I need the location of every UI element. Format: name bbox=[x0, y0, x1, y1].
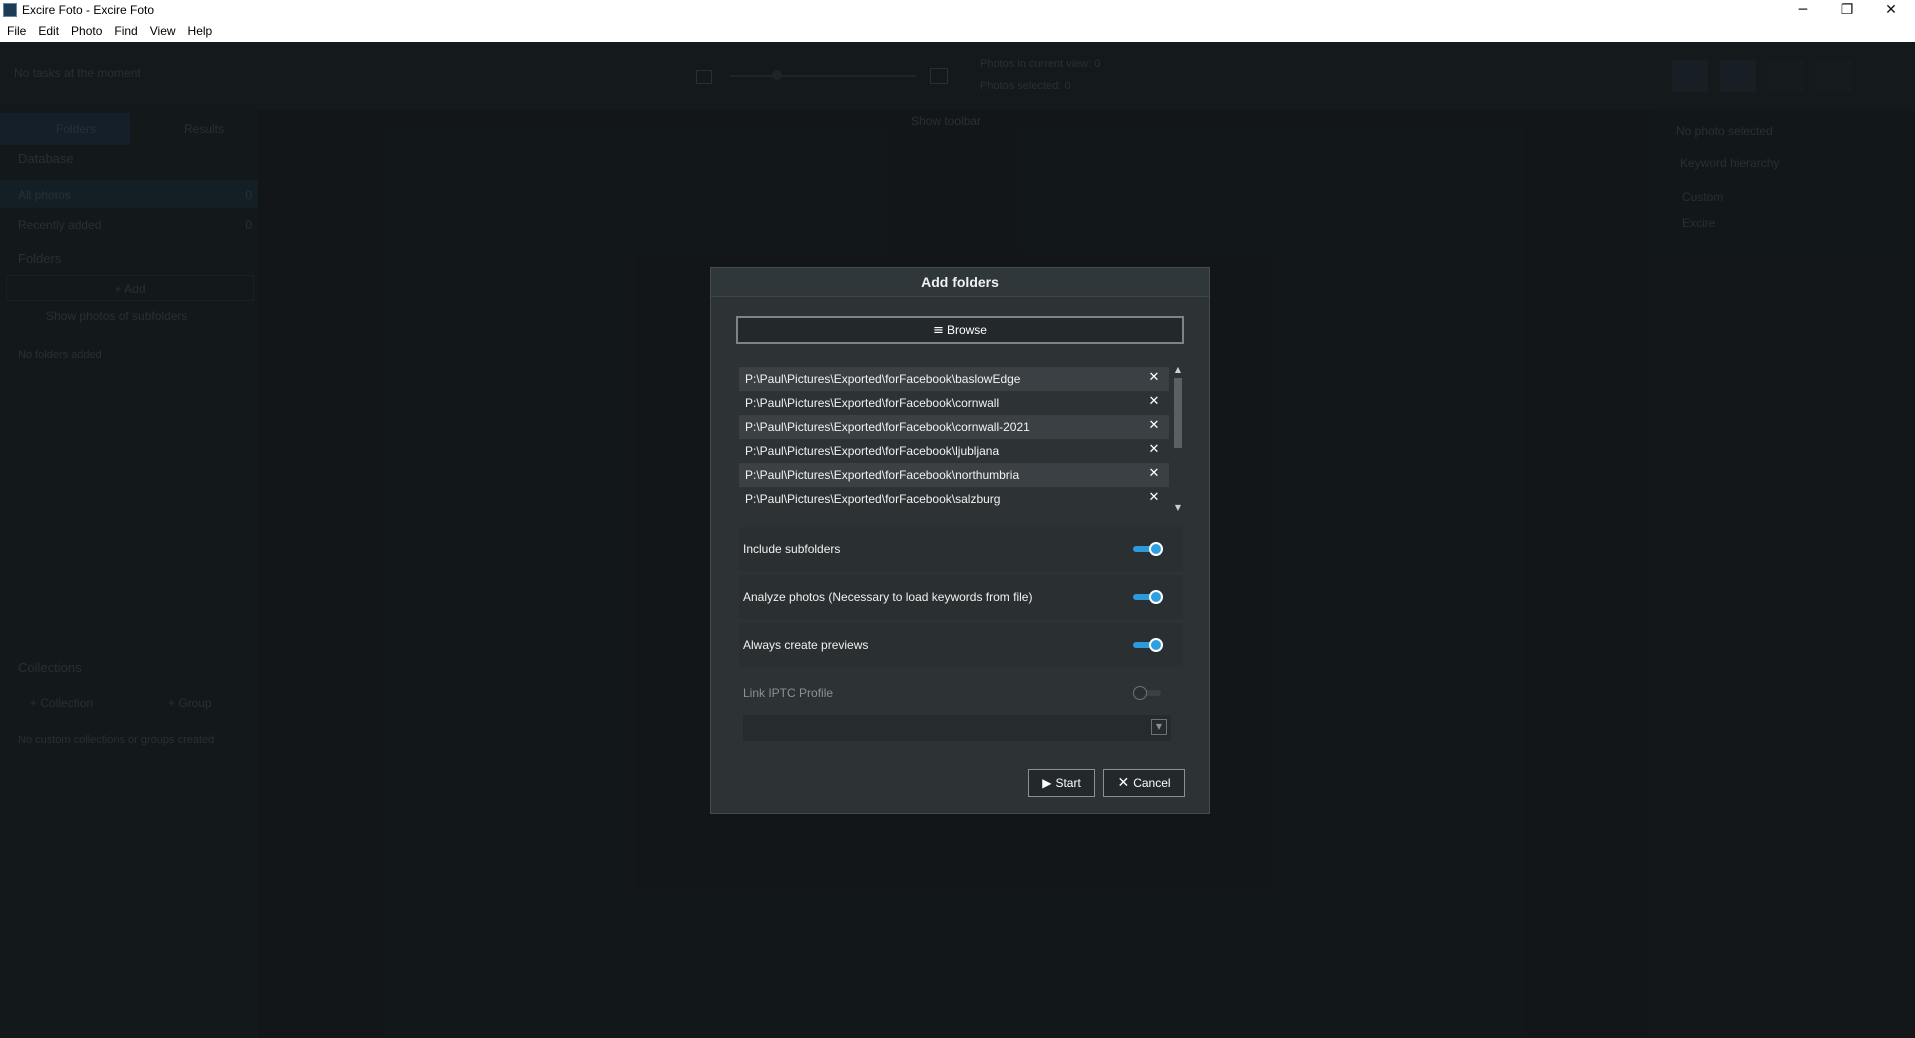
folder-list-item[interactable]: P:\Paul\Pictures\Exported\forFacebook\no… bbox=[739, 463, 1169, 487]
chevron-down-icon[interactable]: ▼ bbox=[1151, 719, 1167, 735]
analyze-photos-toggle[interactable] bbox=[1133, 590, 1163, 604]
folder-list-item[interactable]: P:\Paul\Pictures\Exported\forFacebook\co… bbox=[739, 391, 1169, 415]
cancel-label: Cancel bbox=[1133, 776, 1171, 790]
add-folders-dialog: Add folders ≡ Browse P:\Paul\Pictures\Ex… bbox=[710, 267, 1210, 814]
include-subfolders-toggle[interactable] bbox=[1133, 542, 1163, 556]
browse-label: Browse bbox=[946, 323, 987, 337]
always-create-previews-toggle[interactable] bbox=[1133, 638, 1163, 652]
remove-folder-icon[interactable]: ✕ bbox=[1142, 442, 1166, 460]
maximize-button[interactable]: ❐ bbox=[1825, 0, 1869, 20]
play-icon: ▶ bbox=[1042, 776, 1052, 790]
folder-path: P:\Paul\Pictures\Exported\forFacebook\ba… bbox=[745, 372, 1021, 386]
close-icon: ✕ bbox=[1117, 775, 1130, 791]
close-window-button[interactable]: ✕ bbox=[1869, 0, 1913, 20]
option-analyze-photos: Analyze photos (Necessary to load keywor… bbox=[739, 575, 1183, 619]
menu-help[interactable]: Help bbox=[181, 20, 218, 38]
remove-folder-icon[interactable]: ✕ bbox=[1142, 370, 1166, 388]
menu-view[interactable]: View bbox=[143, 20, 181, 38]
include-subfolders-label: Include subfolders bbox=[743, 542, 841, 556]
remove-folder-icon[interactable]: ✕ bbox=[1142, 466, 1166, 484]
browse-button[interactable]: ≡ Browse bbox=[736, 316, 1184, 344]
option-include-subfolders: Include subfolders bbox=[739, 527, 1183, 571]
minimize-button[interactable]: ─ bbox=[1781, 0, 1825, 20]
folder-path: P:\Paul\Pictures\Exported\forFacebook\co… bbox=[745, 420, 1030, 434]
start-button[interactable]: ▶ Start bbox=[1028, 769, 1095, 797]
folder-path: P:\Paul\Pictures\Exported\forFacebook\no… bbox=[745, 468, 1020, 482]
folder-list-item[interactable]: P:\Paul\Pictures\Exported\forFacebook\sa… bbox=[739, 487, 1169, 511]
remove-folder-icon[interactable]: ✕ bbox=[1142, 490, 1166, 508]
option-link-iptc-profile: Link IPTC Profile bbox=[739, 671, 1183, 715]
remove-folder-icon[interactable]: ✕ bbox=[1142, 418, 1166, 436]
cancel-button[interactable]: ✕ Cancel bbox=[1103, 769, 1185, 797]
menu-find[interactable]: Find bbox=[107, 20, 142, 38]
scroll-up-icon[interactable]: ▲ bbox=[1172, 364, 1184, 376]
menu-bar: File Edit Photo Find View Help bbox=[0, 20, 1915, 43]
app-logo-icon bbox=[3, 3, 17, 17]
folder-path: P:\Paul\Pictures\Exported\forFacebook\sa… bbox=[745, 492, 1001, 506]
add-list-icon: ≡ bbox=[933, 322, 944, 338]
remove-folder-icon[interactable]: ✕ bbox=[1142, 394, 1166, 412]
dialog-header: Add folders bbox=[711, 268, 1209, 297]
menu-file[interactable]: File bbox=[0, 20, 31, 38]
always-create-previews-label: Always create previews bbox=[743, 638, 869, 652]
title-bar: Excire Foto - Excire Foto ─ ❐ ✕ bbox=[0, 0, 1915, 20]
menu-photo[interactable]: Photo bbox=[64, 20, 107, 38]
iptc-profile-select[interactable]: ▼ bbox=[743, 715, 1171, 741]
folder-list-item[interactable]: P:\Paul\Pictures\Exported\forFacebook\co… bbox=[739, 415, 1169, 439]
link-iptc-profile-toggle[interactable] bbox=[1133, 686, 1163, 700]
analyze-photos-label: Analyze photos (Necessary to load keywor… bbox=[743, 590, 1033, 604]
folder-path: P:\Paul\Pictures\Exported\forFacebook\lj… bbox=[745, 444, 1000, 458]
start-label: Start bbox=[1055, 776, 1081, 790]
menu-edit[interactable]: Edit bbox=[31, 20, 64, 38]
folder-list-scrollbar[interactable]: ▲ ▼ bbox=[1172, 364, 1184, 514]
folder-list: P:\Paul\Pictures\Exported\forFacebook\ba… bbox=[739, 367, 1169, 511]
option-always-create-previews: Always create previews bbox=[739, 623, 1183, 667]
folder-list-item[interactable]: P:\Paul\Pictures\Exported\forFacebook\ba… bbox=[739, 367, 1169, 391]
scrollbar-thumb[interactable] bbox=[1174, 378, 1182, 448]
scroll-down-icon[interactable]: ▼ bbox=[1172, 502, 1184, 514]
folder-path: P:\Paul\Pictures\Exported\forFacebook\co… bbox=[745, 396, 1000, 410]
window-title: Excire Foto - Excire Foto bbox=[22, 3, 155, 17]
dialog-title: Add folders bbox=[921, 274, 999, 290]
link-iptc-profile-label: Link IPTC Profile bbox=[743, 686, 834, 700]
folder-list-item[interactable]: P:\Paul\Pictures\Exported\forFacebook\lj… bbox=[739, 439, 1169, 463]
